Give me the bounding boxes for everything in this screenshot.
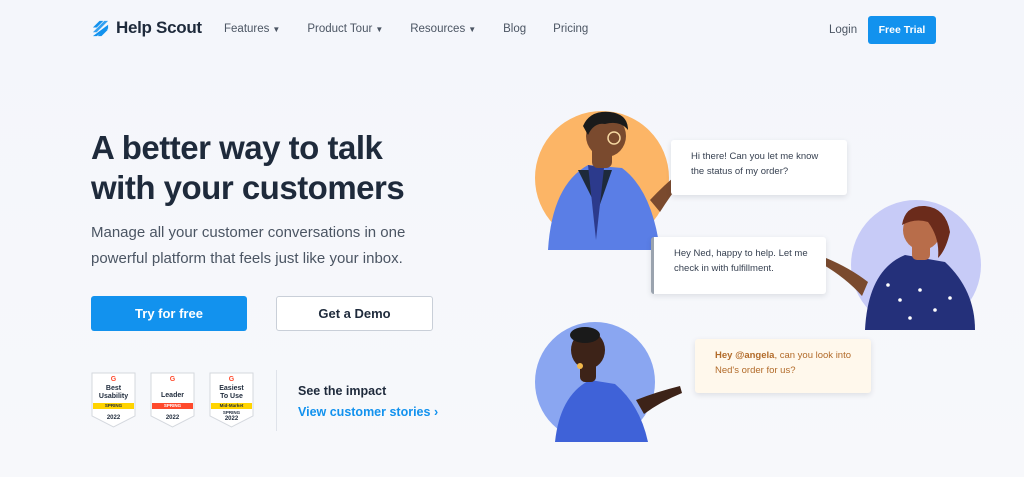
view-customer-stories-link[interactable]: View customer stories › — [298, 405, 438, 419]
try-for-free-button[interactable]: Try for free — [91, 296, 247, 331]
hero-title-line-2: with your customers — [91, 169, 405, 206]
nav-link-product-tour[interactable]: Product Tour ▼ — [307, 23, 383, 35]
chevron-down-icon: ▼ — [375, 24, 384, 34]
badge-title: Easiest To Use — [209, 385, 254, 401]
see-the-impact-label: See the impact — [298, 384, 387, 398]
chevron-down-icon: ▼ — [468, 24, 477, 34]
badge-divider — [276, 370, 277, 431]
hero-title-line-1: A better way to talk — [91, 129, 383, 166]
chevron-down-icon: ▼ — [272, 24, 281, 34]
help-scout-logo-icon — [92, 20, 109, 36]
hero-title: A better way to talk with your customers — [91, 128, 471, 208]
chat-bubble-agent: Hey Ned, happy to help. Let me check in … — [651, 237, 826, 294]
free-trial-button[interactable]: Free Trial — [868, 16, 936, 44]
chat-bubble-customer: Hi there! Can you let me know the status… — [671, 140, 847, 195]
nav-link-pricing[interactable]: Pricing — [553, 23, 588, 35]
badge-title: Best Usability — [91, 385, 136, 401]
nav-link-label: Features — [224, 23, 270, 35]
badge-season: SPRING — [222, 410, 241, 415]
nav-links: Features ▼ Product Tour ▼ Resources ▼ Bl… — [224, 23, 615, 35]
brand-name: Help Scout — [116, 18, 202, 37]
badge-ribbon: SPRING — [152, 403, 193, 409]
g2-badge-leader: G Leader SPRING 2022 — [150, 372, 195, 428]
g2-badges: G Best Usability SPRING 2022 G Leader SP… — [91, 372, 254, 428]
g2-logo-icon: G — [110, 376, 117, 383]
nav-link-label: Product Tour — [307, 23, 373, 35]
g2-badge-easiest-to-use: G Easiest To Use Mid-Market SPRING 2022 — [209, 372, 254, 428]
hero-subtitle: Manage all your customer conversations i… — [91, 224, 406, 267]
login-link[interactable]: Login — [829, 24, 857, 36]
badge-title: Leader — [161, 392, 184, 399]
get-a-demo-button[interactable]: Get a Demo — [276, 296, 433, 331]
badge-title-line: Usability — [98, 393, 129, 400]
top-navigation: Help Scout Features ▼ Product Tour ▼ Res… — [0, 0, 1024, 62]
mention-text: Hey @angela — [715, 350, 775, 361]
badge-year: 2022 — [106, 415, 121, 421]
nav-link-label: Blog — [503, 23, 527, 35]
g2-badge-best-usability: G Best Usability SPRING 2022 — [91, 372, 136, 428]
nav-link-label: Resources — [410, 23, 466, 35]
nav-link-features[interactable]: Features ▼ — [224, 23, 280, 35]
brand-logo[interactable]: Help Scout — [91, 18, 202, 38]
nav-link-blog[interactable]: Blog — [503, 23, 526, 35]
badge-title-line: Easiest — [219, 385, 244, 392]
badge-ribbon: SPRING — [93, 403, 134, 409]
badge-year: 2022 — [224, 416, 239, 422]
g2-logo-icon: G — [169, 376, 176, 383]
nav-link-resources[interactable]: Resources ▼ — [410, 23, 476, 35]
chat-bubble-note: Hey @angela, can you look into Ned's ord… — [695, 339, 871, 393]
badge-ribbon: Mid-Market — [211, 403, 252, 409]
nav-link-label: Pricing — [553, 23, 589, 35]
badge-title-line: To Use — [220, 393, 243, 400]
g2-logo-icon: G — [228, 376, 235, 383]
badge-title-line: Best — [105, 385, 122, 392]
badge-year: 2022 — [165, 415, 180, 421]
